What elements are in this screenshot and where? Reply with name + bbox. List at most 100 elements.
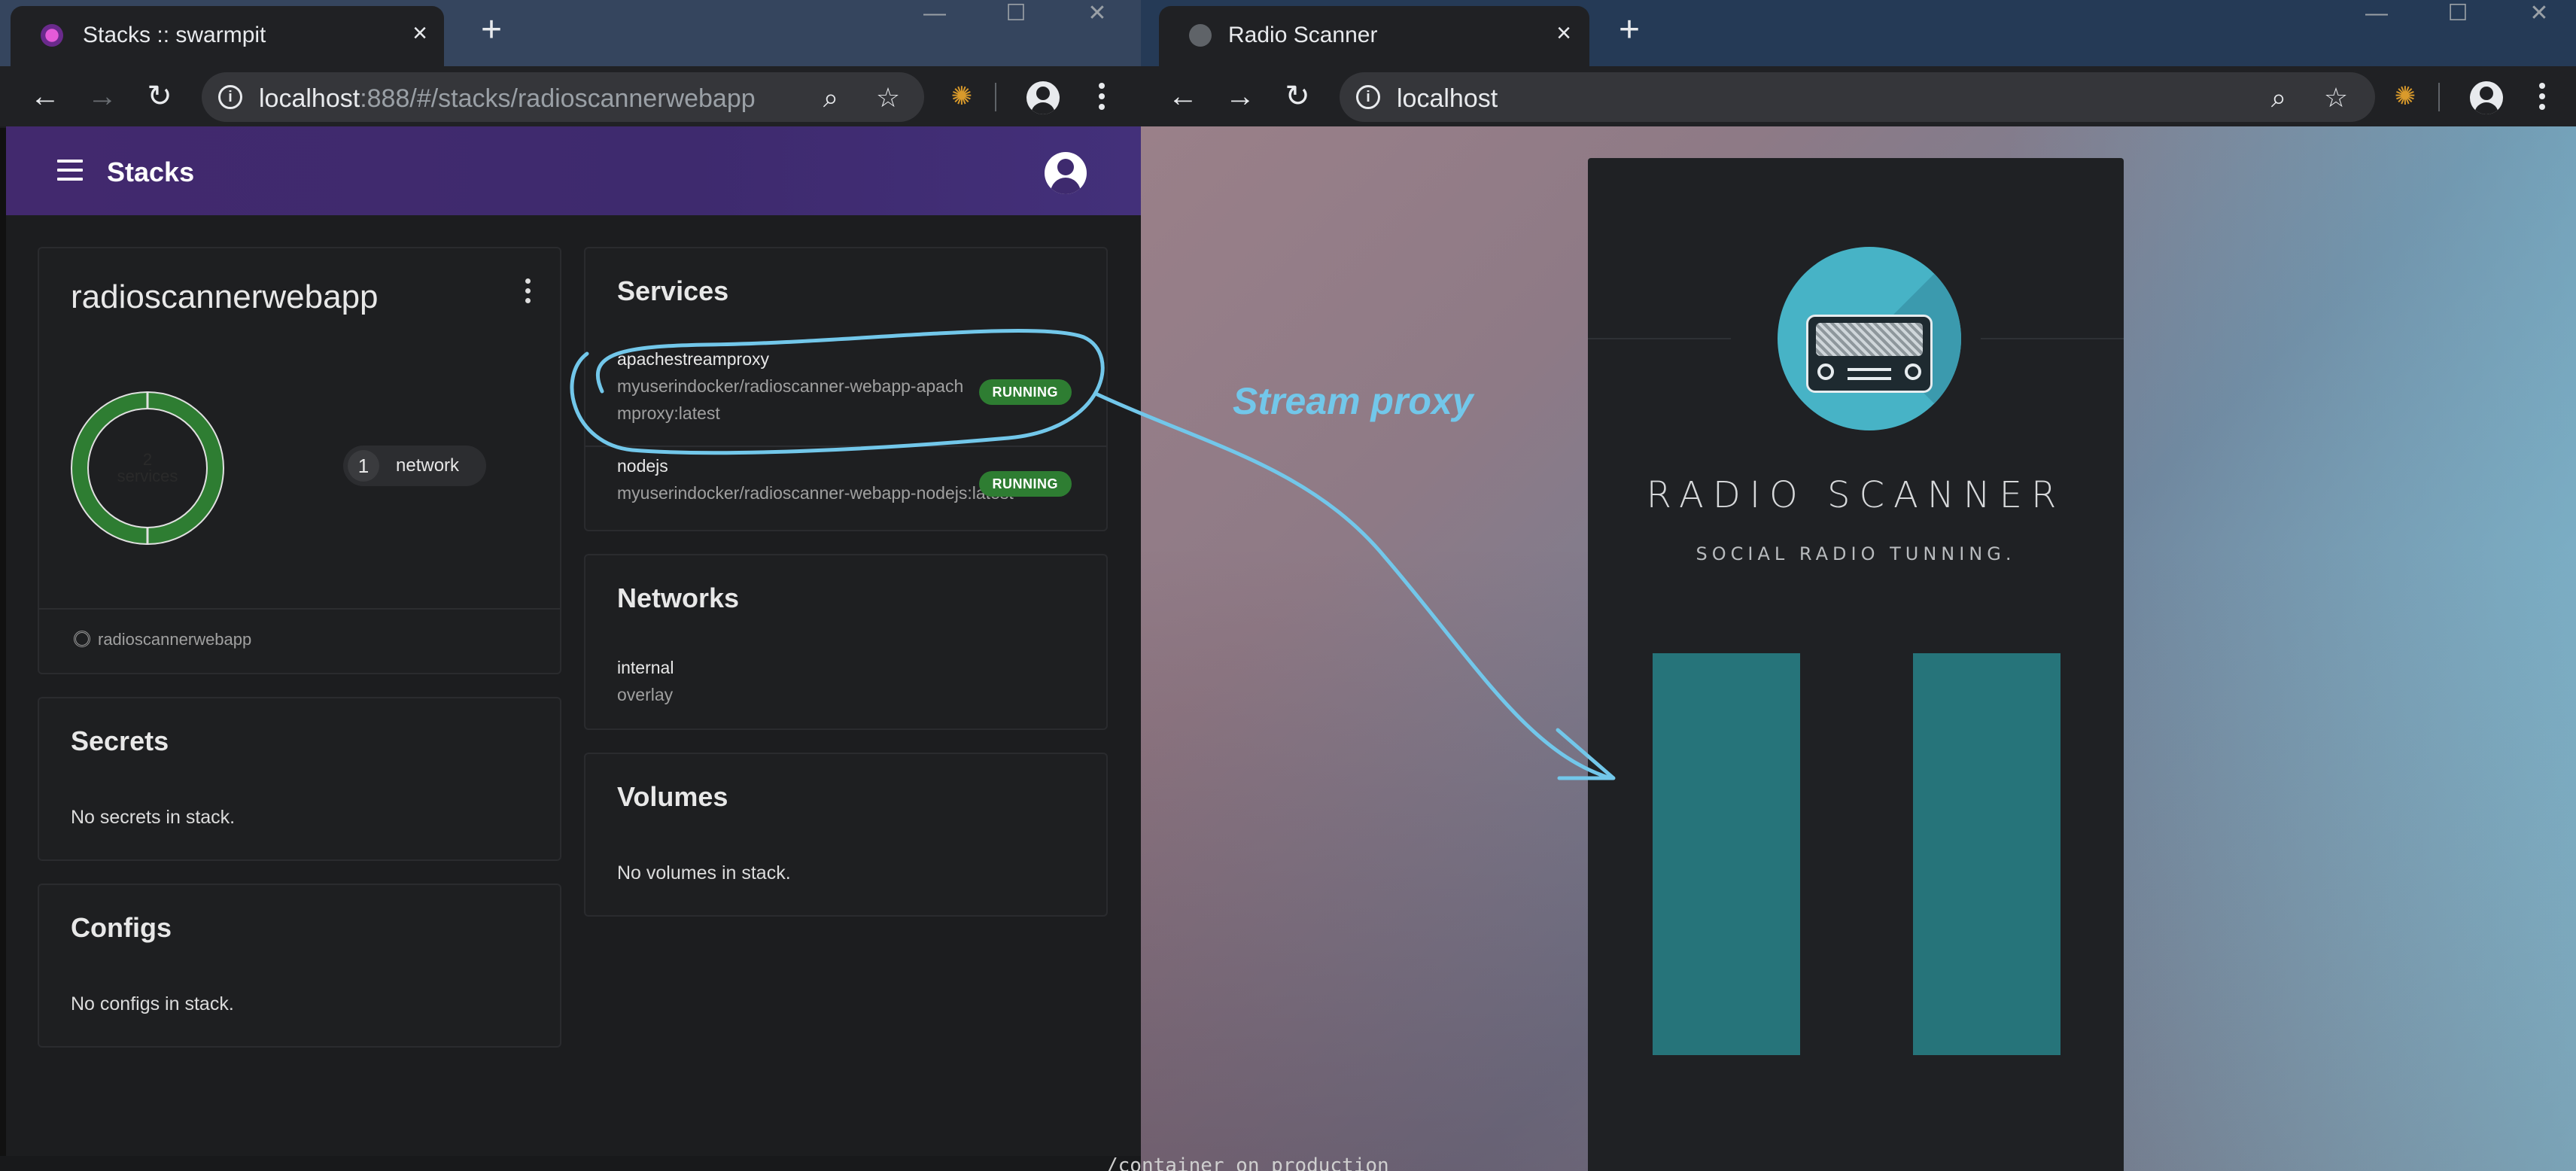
service-image-cont: mproxy:latest: [617, 403, 720, 423]
services-title: Services: [617, 275, 729, 306]
window-gutter: [0, 128, 6, 1171]
network-row[interactable]: internal overlay: [585, 647, 1109, 716]
tab-title: Stacks :: swarmpit: [83, 23, 266, 47]
services-card: Services apachestreamproxy myuserindocke…: [584, 247, 1108, 531]
radio-slider: [1848, 377, 1891, 380]
info-icon[interactable]: i: [1356, 85, 1380, 109]
service-row[interactable]: apachestreamproxy myuserindocker/radiosc…: [585, 339, 1109, 435]
background-code-text: /container on production: [1106, 1154, 1389, 1171]
address-bar[interactable]: i localhost ⌕ ☆: [1340, 72, 2375, 122]
tab-title: Radio Scanner: [1228, 23, 1378, 47]
network-name: internal: [617, 658, 674, 677]
service-name: nodejs: [617, 456, 668, 476]
background-strip: [0, 1156, 1141, 1171]
swarmpit-icon: [41, 24, 63, 47]
stack-menu-icon[interactable]: [522, 278, 533, 309]
close-window-button[interactable]: ✕: [2503, 0, 2575, 30]
service-image: myuserindocker/radioscanner-webapp-apach: [617, 376, 964, 396]
network-chip[interactable]: 1 network: [343, 446, 487, 486]
new-tab-button[interactable]: +: [1609, 11, 1650, 51]
radio-dial: [1905, 363, 1921, 380]
browser-menu-icon[interactable]: [2535, 78, 2550, 114]
tab-swarmpit[interactable]: Stacks :: swarmpit ×: [11, 6, 444, 66]
annotation-label: Stream proxy: [1233, 380, 1474, 422]
radio-scanner-panel: RADIO SCANNER SOCIAL RADIO TUNNING.: [1588, 158, 2124, 1171]
stack-footer-label: radioscannerwebapp: [98, 630, 252, 649]
reload-icon[interactable]: ↻: [1278, 77, 1317, 116]
browser-menu-icon[interactable]: [1094, 78, 1109, 114]
close-icon[interactable]: ×: [1550, 20, 1577, 47]
url-host: localhost: [259, 84, 360, 113]
extension-icon[interactable]: ✺: [944, 78, 980, 114]
secrets-card: Secrets No secrets in stack.: [38, 697, 561, 861]
network-driver: overlay: [617, 685, 674, 704]
forward-arrow-icon[interactable]: →: [83, 77, 122, 116]
toolbar-divider: [2438, 83, 2440, 111]
networks-card: Networks internal overlay: [584, 554, 1108, 730]
logo-rule-right: [1981, 338, 2124, 339]
account-icon[interactable]: [1045, 152, 1087, 194]
zoom-icon[interactable]: ⌕: [2262, 81, 2295, 114]
extension-icon[interactable]: ✺: [2387, 78, 2423, 114]
radio-body: [1806, 315, 1933, 393]
maximize-button[interactable]: ☐: [980, 0, 1052, 30]
info-icon[interactable]: i: [218, 85, 242, 109]
volumes-empty-text: No volumes in stack.: [617, 862, 791, 884]
browser-toolbar: ← → ↻ i localhost ⌕ ☆ ✺: [1141, 66, 2576, 126]
pause-bar-left[interactable]: [1653, 653, 1800, 1055]
secrets-empty-text: No secrets in stack.: [71, 807, 236, 828]
bookmark-star-icon[interactable]: ☆: [2319, 81, 2352, 114]
url-path: :888/#/stacks/radioscannerwebapp: [360, 84, 756, 113]
radio-scanner-browser-window: Radio Scanner × + — ☐ ✕ ← → ↻ i localhos…: [1141, 0, 2576, 1171]
minimize-button[interactable]: —: [2340, 0, 2413, 30]
maximize-button[interactable]: ☐: [2422, 0, 2494, 30]
volumes-title: Volumes: [617, 781, 728, 812]
service-row[interactable]: nodejs myuserindocker/radioscanner-webap…: [585, 446, 1109, 521]
radio-dial: [1817, 363, 1834, 380]
radio-scanner-title: RADIO SCANNER: [1646, 474, 2066, 516]
networks-title: Networks: [617, 582, 740, 613]
minimize-button[interactable]: —: [899, 0, 971, 30]
services-count-label: 2 services: [71, 452, 224, 485]
status-badge: RUNNING: [978, 471, 1072, 497]
close-icon[interactable]: ×: [406, 20, 433, 47]
url-text: localhost:888/#/stacks/radioscannerwebap…: [259, 84, 756, 114]
tab-strip: Radio Scanner × + — ☐ ✕: [1141, 0, 2576, 66]
url-host: localhost: [1397, 84, 1498, 113]
new-tab-button[interactable]: +: [471, 11, 512, 51]
swarmpit-browser-window: Stacks :: swarmpit × + — ☐ ✕ ← → ↻ i loc…: [0, 0, 1141, 1171]
logo-rule-left: [1588, 338, 1731, 339]
pause-bar-right[interactable]: [1913, 653, 2060, 1055]
bookmark-star-icon[interactable]: ☆: [871, 81, 905, 114]
back-arrow-icon[interactable]: ←: [1163, 77, 1203, 116]
service-image: myuserindocker/radioscanner-webapp-nodej…: [617, 483, 1014, 503]
reload-icon[interactable]: ↻: [140, 77, 179, 116]
card-divider: [39, 608, 560, 610]
toolbar-divider: [995, 83, 996, 111]
radio-logo-icon: [1778, 247, 1961, 430]
zoom-icon[interactable]: ⌕: [814, 81, 847, 114]
profile-avatar-icon[interactable]: [2470, 81, 2503, 114]
status-badge: RUNNING: [978, 379, 1072, 405]
configs-card: Configs No configs in stack.: [38, 884, 561, 1048]
volumes-card: Volumes No volumes in stack.: [584, 753, 1108, 917]
back-arrow-icon[interactable]: ←: [26, 77, 65, 116]
browser-toolbar: ← → ↻ i localhost:888/#/stacks/radioscan…: [0, 66, 1141, 126]
radio-slider: [1848, 368, 1891, 371]
network-count: 1: [348, 450, 379, 482]
forward-arrow-icon[interactable]: →: [1221, 77, 1260, 116]
configs-empty-text: No configs in stack.: [71, 993, 234, 1014]
secrets-title: Secrets: [71, 725, 169, 756]
swarmpit-appbar: Stacks: [6, 126, 1141, 215]
services-label: services: [117, 467, 178, 485]
close-window-button[interactable]: ✕: [1061, 0, 1133, 30]
fingerprint-icon: [74, 631, 90, 647]
address-bar[interactable]: i localhost:888/#/stacks/radioscannerweb…: [202, 72, 924, 122]
network-chip-label: network: [396, 455, 460, 476]
page-title: Stacks: [107, 157, 195, 187]
tab-radio-scanner[interactable]: Radio Scanner ×: [1159, 6, 1589, 66]
stack-name: radioscannerwebapp: [71, 278, 379, 315]
stack-card: radioscannerwebapp 2 services 1 network …: [38, 247, 561, 674]
profile-avatar-icon[interactable]: [1026, 81, 1060, 114]
hamburger-menu-icon[interactable]: [57, 160, 83, 181]
